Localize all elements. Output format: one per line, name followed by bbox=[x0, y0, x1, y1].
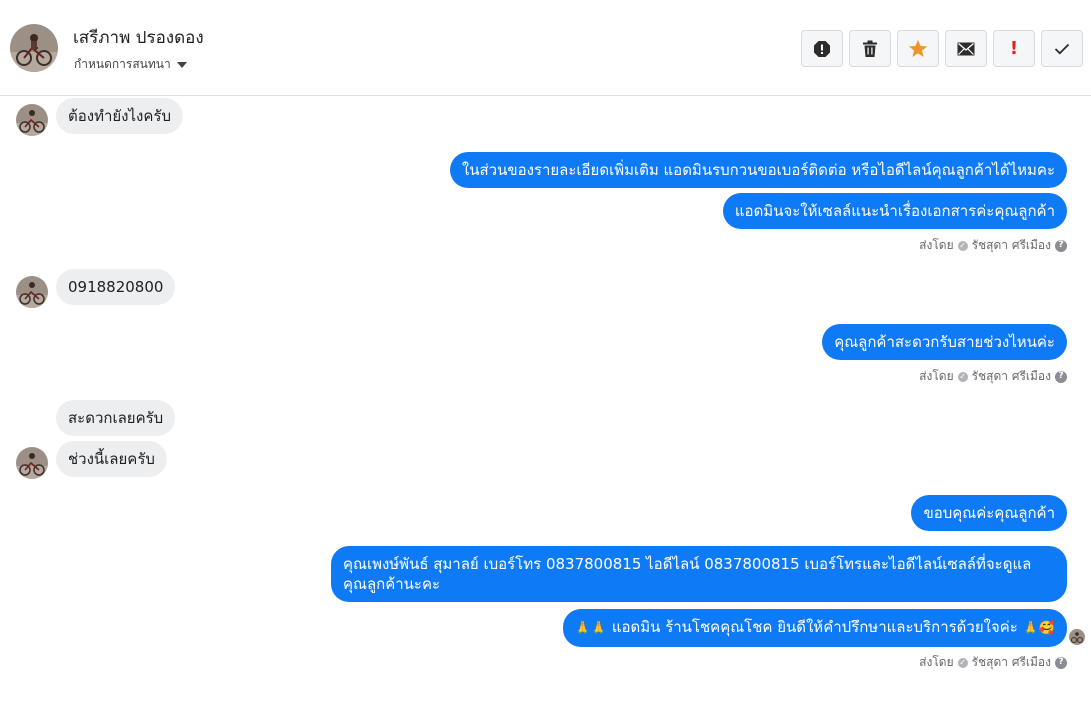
chevron-down-icon bbox=[176, 61, 187, 68]
important-icon: ! bbox=[1009, 37, 1019, 59]
info-icon bbox=[814, 40, 830, 57]
seen-avatar bbox=[1069, 629, 1085, 645]
message-bubble-incoming: ต้องทำยังไงครับ bbox=[56, 98, 183, 134]
help-icon[interactable]: ? bbox=[1055, 239, 1067, 252]
sent-by-prefix: ส่งโดย bbox=[919, 238, 954, 252]
contact-avatar[interactable] bbox=[10, 24, 58, 72]
mark-important-button[interactable]: ! bbox=[993, 30, 1035, 67]
contact-avatar-small bbox=[16, 447, 48, 479]
message-bubble-incoming: 0918820800 bbox=[56, 269, 176, 305]
check-circle-icon: ✓ bbox=[957, 657, 968, 668]
message-text: แอดมิน ร้านโชคคุณโชค ยินดีให้คำปรึกษาและ… bbox=[611, 618, 1018, 636]
star-icon bbox=[909, 39, 927, 57]
contact-avatar-small bbox=[16, 276, 48, 308]
contact-name: เสรีภาพ ปรองดอง bbox=[73, 28, 204, 48]
mail-icon bbox=[957, 42, 975, 55]
message-bubble-outgoing: คุณเพงษ์พันธ์ สุมาลย์ เบอร์โทร 083780081… bbox=[331, 546, 1067, 602]
mark-spam-button[interactable] bbox=[801, 30, 843, 67]
sent-by-label: ส่งโดย ✓ รัชสุดา ศรีเมือง ? bbox=[919, 236, 1067, 255]
trash-icon bbox=[863, 40, 877, 57]
contact-avatar-small bbox=[16, 104, 48, 136]
delete-button[interactable] bbox=[849, 30, 891, 67]
help-icon[interactable]: ? bbox=[1055, 370, 1067, 383]
sent-by-prefix: ส่งโดย bbox=[919, 369, 954, 383]
sent-by-label: ส่งโดย ✓ รัชสุดา ศรีเมือง ? bbox=[919, 367, 1067, 386]
emoji-suffix: 🙏🥰 bbox=[1022, 621, 1055, 636]
assign-label: กำหนดการสนทนา bbox=[74, 57, 171, 71]
star-button[interactable] bbox=[897, 30, 939, 67]
sent-by-label: ส่งโดย ✓ รัชสุดา ศรีเมือง ? bbox=[919, 653, 1067, 672]
check-icon bbox=[1054, 43, 1070, 54]
sent-by-prefix: ส่งโดย bbox=[919, 655, 954, 669]
message-bubble-outgoing: แอดมินจะให้เซลล์แนะนำเรื่องเอกสารค่ะคุณล… bbox=[722, 193, 1067, 229]
action-toolbar: ! bbox=[801, 30, 1083, 67]
message-bubble-outgoing: ในส่วนของรายละเอียดเพิ่มเติม แอดมินรบกวน… bbox=[449, 152, 1067, 188]
check-circle-icon: ✓ bbox=[957, 240, 968, 251]
conversation-header: เสรีภาพ ปรองดอง กำหนดการสนทนา ! bbox=[0, 0, 1091, 96]
emoji-prefix: 🙏🙏 bbox=[574, 621, 608, 636]
message-bubble-outgoing: คุณลูกค้าสะดวกรับสายช่วงไหนค่ะ bbox=[822, 324, 1067, 360]
message-thread[interactable]: ต้องทำยังไงครับ ในส่วนของรายละเอียดเพิ่ม… bbox=[0, 96, 1091, 702]
message-bubble-incoming: สะดวกเลยครับ bbox=[56, 400, 176, 436]
check-circle-icon: ✓ bbox=[957, 371, 968, 382]
sent-by-agent: รัชสุดา ศรีเมือง bbox=[971, 655, 1051, 669]
sent-by-agent: รัชสุดา ศรีเมือง bbox=[971, 238, 1051, 252]
message-bubble-incoming: ช่วงนี้เลยครับ bbox=[56, 441, 167, 477]
mark-unread-button[interactable] bbox=[945, 30, 987, 67]
message-bubble-outgoing: ขอบคุณค่ะคุณลูกค้า bbox=[911, 495, 1067, 531]
mark-done-button[interactable] bbox=[1041, 30, 1083, 67]
help-icon[interactable]: ? bbox=[1055, 656, 1067, 669]
sent-by-agent: รัชสุดา ศรีเมือง bbox=[971, 369, 1051, 383]
assign-conversation-dropdown[interactable]: กำหนดการสนทนา bbox=[74, 55, 187, 74]
message-bubble-outgoing: 🙏🙏 แอดมิน ร้านโชคคุณโชค ยินดีให้คำปรึกษา… bbox=[562, 609, 1067, 647]
